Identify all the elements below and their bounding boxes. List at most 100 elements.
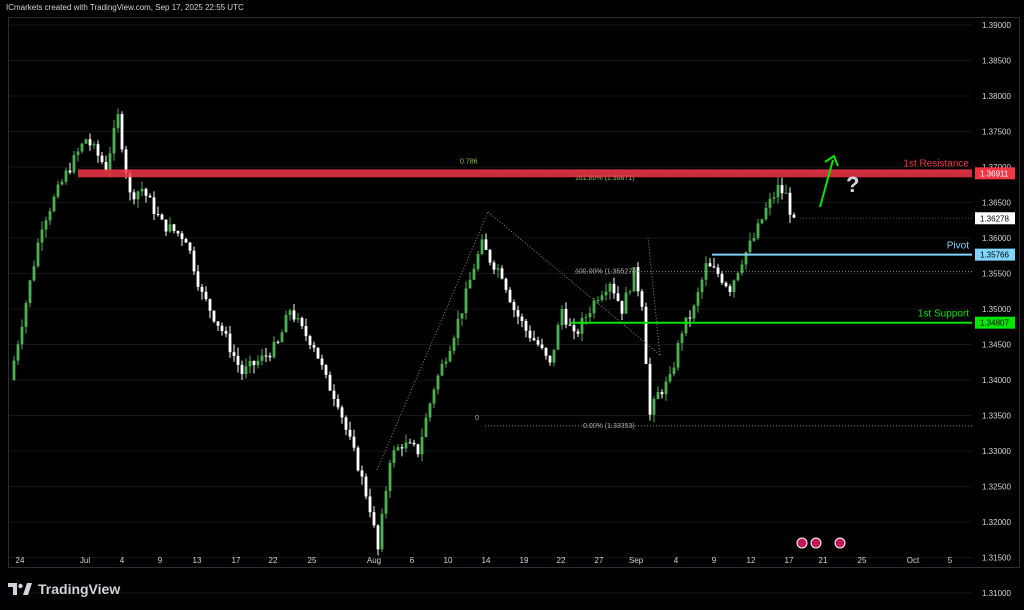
candle-body (720, 273, 724, 283)
x-tick-label: Jul (80, 556, 90, 565)
candle-body (308, 336, 312, 346)
candle-body (300, 317, 304, 327)
candle-body (688, 317, 692, 319)
candle-body (244, 366, 248, 374)
y-tick-label: 1.34500 (982, 341, 1011, 350)
candle-body (320, 358, 324, 366)
candle-body (268, 355, 272, 358)
candle-body (640, 291, 644, 307)
x-tick-label: Oct (907, 556, 920, 565)
candle-body (92, 144, 96, 146)
candle-body (364, 476, 368, 497)
candle-body (504, 278, 508, 290)
candle-body (368, 496, 372, 513)
candle-body (588, 313, 592, 318)
candle-body (316, 347, 320, 359)
candle-body (512, 302, 516, 311)
candle-body (232, 352, 236, 356)
fib-label-0-value: 0.00% (1.33353) (583, 423, 635, 430)
candle-body (636, 267, 640, 292)
y-tick-label: 1.39000 (982, 21, 1011, 30)
x-tick-label: Aug (367, 556, 381, 565)
candle-body (740, 264, 744, 273)
candle-body (696, 292, 700, 306)
candle-body (608, 283, 612, 292)
fib-label-786: 0.786 (460, 158, 478, 165)
candle-body (692, 305, 696, 319)
x-tick-label: 12 (747, 556, 756, 565)
candle-body (104, 161, 108, 171)
candle-body (556, 325, 560, 350)
candle-body (348, 429, 352, 437)
candle-body (436, 375, 440, 390)
candle-body (524, 321, 528, 331)
pivot-price-badge: 1.35766 (980, 251, 1009, 260)
candle-body (628, 291, 632, 293)
candle-body (552, 349, 556, 363)
candle-body (192, 250, 196, 272)
candle-body (256, 360, 260, 366)
candle-body (572, 325, 576, 332)
fib-trend-line (647, 236, 661, 356)
candle-body (660, 392, 664, 395)
y-tick-label: 1.32500 (982, 483, 1011, 492)
candle-body (664, 381, 668, 395)
x-tick-label: 14 (482, 556, 491, 565)
support-label: 1st Support (918, 309, 969, 320)
candle-body (336, 398, 340, 408)
candle-body (420, 436, 424, 455)
x-tick-label: 5 (948, 556, 953, 565)
candle-body (132, 192, 136, 200)
candle-body (548, 355, 552, 363)
candle-body (764, 207, 768, 220)
candle-body (184, 239, 188, 243)
candle-body (404, 442, 408, 449)
candle-body (508, 289, 512, 303)
footer-brand-text: TradingView (38, 581, 121, 597)
candle-body (756, 223, 760, 238)
economic-event-icon[interactable] (834, 537, 846, 549)
candle-body (328, 374, 332, 391)
candle-body (544, 348, 548, 356)
resistance-price-badge: 1.36911 (980, 169, 1009, 178)
candle-body (752, 237, 756, 241)
candle-body (224, 331, 228, 334)
candle-body (100, 155, 104, 162)
candle-body (384, 490, 388, 514)
candle-body (28, 280, 32, 304)
candle-body (332, 390, 336, 399)
candle-body (440, 363, 444, 376)
candle-body (228, 333, 232, 353)
economic-event-icon[interactable] (796, 537, 808, 549)
x-tick-label: 13 (193, 556, 202, 565)
candle-body (40, 229, 44, 243)
x-tick-label: 9 (712, 556, 717, 565)
x-tick-label: 6 (410, 556, 415, 565)
candle-body (48, 211, 52, 221)
candle-body (248, 360, 252, 367)
candle-body (668, 374, 672, 382)
candle-body (56, 184, 60, 197)
y-tick-label: 1.37500 (982, 128, 1011, 137)
x-tick-label: 25 (858, 556, 867, 565)
price-chart[interactable]: 1.305001.310001.315001.320001.325001.330… (0, 0, 1024, 610)
candle-body (180, 233, 184, 240)
candle-body (60, 181, 64, 185)
candle-body (712, 266, 716, 268)
candle-body (592, 300, 596, 314)
candle-body (620, 300, 624, 314)
candle-body (564, 309, 568, 325)
candle-body (196, 271, 200, 287)
candle-body (252, 360, 256, 366)
candle-body (408, 442, 412, 444)
economic-event-icon[interactable] (810, 537, 822, 549)
y-tick-label: 1.35000 (982, 305, 1011, 314)
candle-body (80, 143, 84, 152)
candle-body (296, 317, 300, 320)
candle-body (64, 170, 68, 182)
candle-body (616, 293, 620, 301)
resistance-zone[interactable] (78, 169, 972, 178)
candle-body (152, 197, 156, 215)
footer-brand[interactable]: TradingView (8, 581, 120, 597)
candle-body (188, 242, 192, 251)
